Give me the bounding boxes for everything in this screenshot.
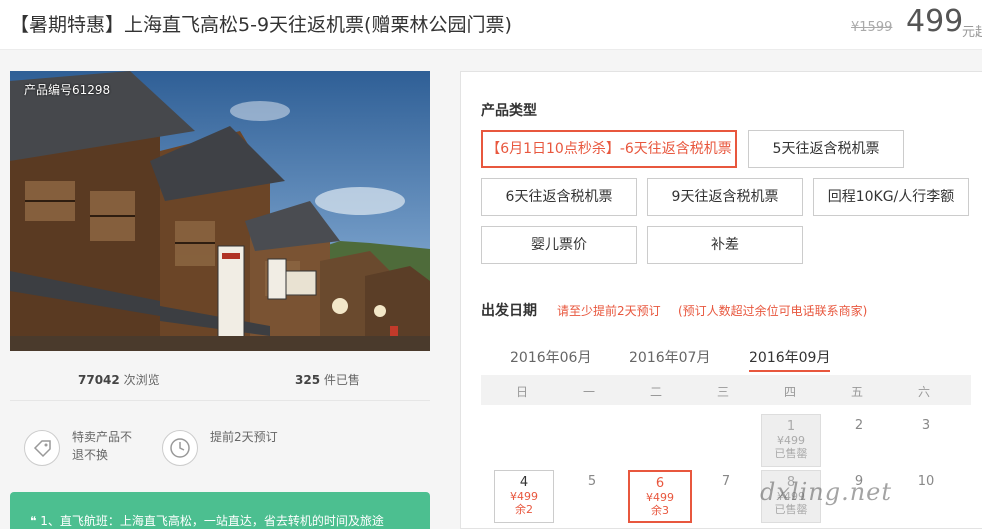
- calendar-day: 7: [696, 470, 756, 523]
- day-number: 2: [854, 418, 864, 433]
- calendar-day: 1 ¥499 已售罄: [761, 414, 821, 467]
- product-page: 【暑期特惠】上海直飞高松5-9天往返机票(赠栗林公园门票) ¥1599 499 …: [0, 0, 982, 529]
- weekday-sat: 六: [917, 385, 930, 399]
- tag-icon: [24, 430, 60, 466]
- views-label: 次浏览: [123, 373, 160, 387]
- product-gallery-panel: 产品编号61298 77042 次浏览 325 件已售 特卖产品不退不换 提前2…: [10, 71, 430, 529]
- calendar-day[interactable]: 4 ¥499 余2: [494, 470, 554, 523]
- product-option-9day[interactable]: 9天往返含税机票: [647, 178, 803, 216]
- product-photo[interactable]: 产品编号61298: [10, 71, 430, 351]
- weekday-thu: 四: [783, 385, 796, 399]
- day-seats-left: 余3: [651, 504, 669, 517]
- booking-panel: 产品类型 【6月1日10点秒杀】-6天往返含税机票 5天往返含税机票 6天往返含…: [460, 71, 982, 529]
- product-option-6day[interactable]: 6天往返含税机票: [481, 178, 637, 216]
- sold-stat: 325 件已售: [295, 371, 360, 388]
- calendar-day: 3: [896, 414, 956, 467]
- calendar-day-selected[interactable]: 6 ¥499 余3: [628, 470, 692, 523]
- day-number: 4: [519, 475, 529, 490]
- calendar-day: 5: [562, 470, 622, 523]
- product-id-label: 产品编号61298: [24, 83, 111, 97]
- sold-count: 325: [295, 373, 321, 387]
- weekday-sun: 日: [515, 385, 528, 399]
- product-option-infant[interactable]: 婴儿票价: [481, 226, 637, 264]
- title-bar: 【暑期特惠】上海直飞高松5-9天往返机票(赠栗林公园门票) ¥1599 499 …: [0, 0, 982, 50]
- departure-date-title: 出发日期: [481, 303, 537, 319]
- product-option-flash-sale[interactable]: 【6月1日10点秒杀】-6天往返含税机票: [481, 130, 737, 168]
- original-price: ¥1599: [851, 20, 893, 35]
- watermark: dxling.net: [760, 478, 893, 506]
- product-option-5day[interactable]: 5天往返含税机票: [748, 130, 904, 168]
- weekday-fri: 五: [850, 385, 863, 399]
- day-number: 6: [655, 476, 665, 491]
- month-tab-september[interactable]: 2016年09月: [749, 347, 831, 372]
- current-price: 499: [906, 4, 964, 39]
- weekday-header: 日 一 二 三 四 五 六: [481, 375, 971, 405]
- promo-highlight: ❝ 1、直飞航班：上海直飞高松，一站直达，省去转机的时间及旅途: [10, 492, 430, 529]
- weekday-mon: 一: [582, 385, 595, 399]
- weekday-wed: 三: [716, 385, 729, 399]
- policy-text: 提前2天预订: [210, 430, 278, 444]
- calendar-day: 2: [829, 414, 889, 467]
- policy-text: 特卖产品不退不换: [72, 430, 133, 462]
- views-stat: 77042 次浏览: [78, 371, 160, 388]
- day-price: ¥499: [510, 490, 538, 503]
- day-number: 5: [587, 474, 597, 489]
- day-number: 7: [721, 474, 731, 489]
- month-tab-july[interactable]: 2016年07月: [629, 347, 710, 367]
- day-price: ¥499: [646, 491, 674, 504]
- seat-contact-note: (预订人数超过余位可电话联系商家): [678, 304, 868, 318]
- weekday-tue: 二: [649, 385, 662, 399]
- product-stats: 77042 次浏览 325 件已售: [10, 351, 430, 401]
- clock-icon: [162, 430, 198, 466]
- month-tab-june[interactable]: 2016年06月: [510, 347, 591, 367]
- sold-label: 件已售: [323, 373, 360, 387]
- product-option-luggage[interactable]: 回程10KG/人行李额: [813, 178, 969, 216]
- product-type-title: 产品类型: [481, 103, 537, 119]
- calendar-day: 10: [896, 470, 956, 523]
- day-number: 3: [921, 418, 931, 433]
- street-scene-image: [10, 71, 430, 351]
- day-price: ¥499: [777, 434, 805, 447]
- day-number: 10: [917, 474, 935, 489]
- advance-booking-note: 请至少提前2天预订: [557, 304, 661, 318]
- day-status: 已售罄: [774, 447, 808, 460]
- price-suffix: 元起: [962, 25, 982, 40]
- product-option-supplement[interactable]: 补差: [647, 226, 803, 264]
- views-count: 77042: [78, 373, 120, 387]
- day-seats-left: 余2: [515, 503, 533, 516]
- day-number: 1: [786, 419, 796, 434]
- product-title: 【暑期特惠】上海直飞高松5-9天往返机票(赠栗林公园门票): [10, 14, 512, 36]
